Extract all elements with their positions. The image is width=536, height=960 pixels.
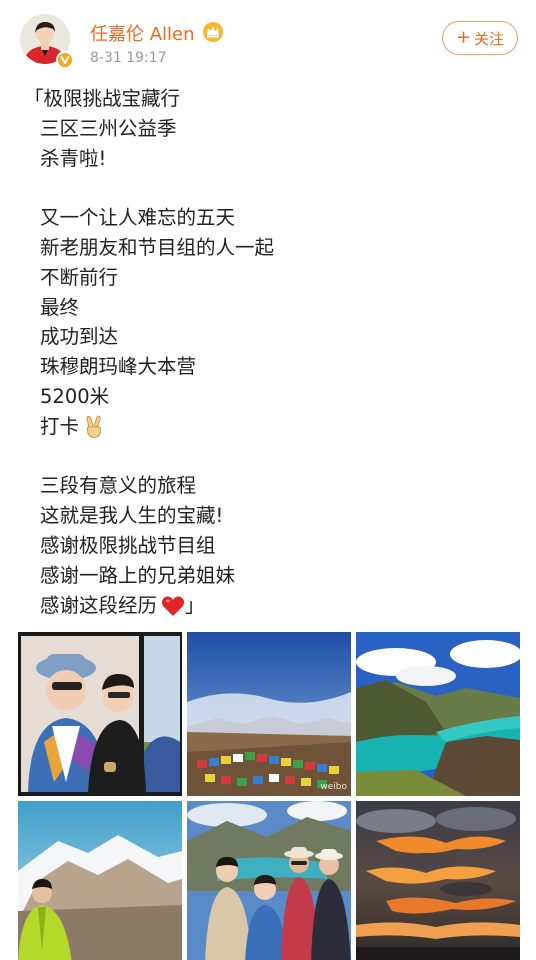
- photo-prayer-flags-image: [187, 632, 351, 796]
- username[interactable]: 任嘉伦 Allen: [90, 20, 195, 46]
- crown-badge-icon: [203, 22, 223, 42]
- post-line: 不断前行: [40, 265, 119, 289]
- photo-2[interactable]: weibo: [187, 632, 351, 796]
- photo-sunset-clouds-image: [356, 801, 520, 960]
- photo-3[interactable]: [356, 632, 520, 796]
- weibo-post: 任嘉伦 Allen 8-31 19:17 + 关注 「极限挑战宝藏行 三区三州公…: [0, 0, 536, 960]
- post-line: 三段有意义的旅程: [40, 474, 197, 498]
- post-timestamp: 8-31 19:17: [90, 50, 167, 66]
- post-line-checkin: 打卡: [24, 412, 274, 442]
- photo-watermark: weibo: [320, 782, 347, 792]
- post-line-text: 感谢这段经历: [40, 593, 158, 617]
- post-line-thanks: 感谢这段经历 」: [24, 591, 274, 621]
- post-line: 感谢极限挑战节目组: [40, 533, 216, 557]
- photo-1[interactable]: [18, 632, 182, 796]
- photo-lake-image: [356, 632, 520, 796]
- red-heart-emoji: [161, 596, 185, 617]
- post-line: 新老朋友和节目组的人一起: [40, 235, 275, 259]
- plus-icon: +: [455, 27, 472, 48]
- post-line: 三区三州公益季: [40, 116, 177, 140]
- photo-snow-mountain-image: [18, 801, 182, 960]
- photo-group-image: [187, 801, 351, 960]
- post-line-text: 打卡: [40, 414, 80, 438]
- post-line: 「极限挑战宝藏行: [24, 87, 181, 110]
- closing-bracket: 」: [185, 593, 205, 617]
- photo-selfie-image: [18, 632, 182, 796]
- post-body: 「极限挑战宝藏行 三区三州公益季 杀青啦! 又一个让人难忘的五天 新老朋友和节目…: [24, 84, 274, 620]
- post-line: 最终: [40, 295, 80, 319]
- post-line: 5200米: [40, 384, 110, 408]
- post-line: 这就是我人生的宝藏!: [40, 504, 224, 528]
- post-line: 成功到达: [40, 325, 119, 349]
- photo-5[interactable]: [187, 801, 351, 960]
- follow-button[interactable]: + 关注: [442, 21, 518, 55]
- post-line: 珠穆朗玛峰大本营: [40, 355, 197, 379]
- photo-6[interactable]: [356, 801, 520, 960]
- post-line: 杀青啦!: [40, 146, 107, 170]
- victory-hand-emoji: [86, 415, 102, 439]
- post-line: 感谢一路上的兄弟姐妹: [40, 563, 236, 587]
- photo-4[interactable]: [18, 801, 182, 960]
- vip-badge-icon: [56, 51, 74, 69]
- post-line: 又一个让人难忘的五天: [40, 206, 236, 230]
- follow-label: 关注: [474, 29, 505, 48]
